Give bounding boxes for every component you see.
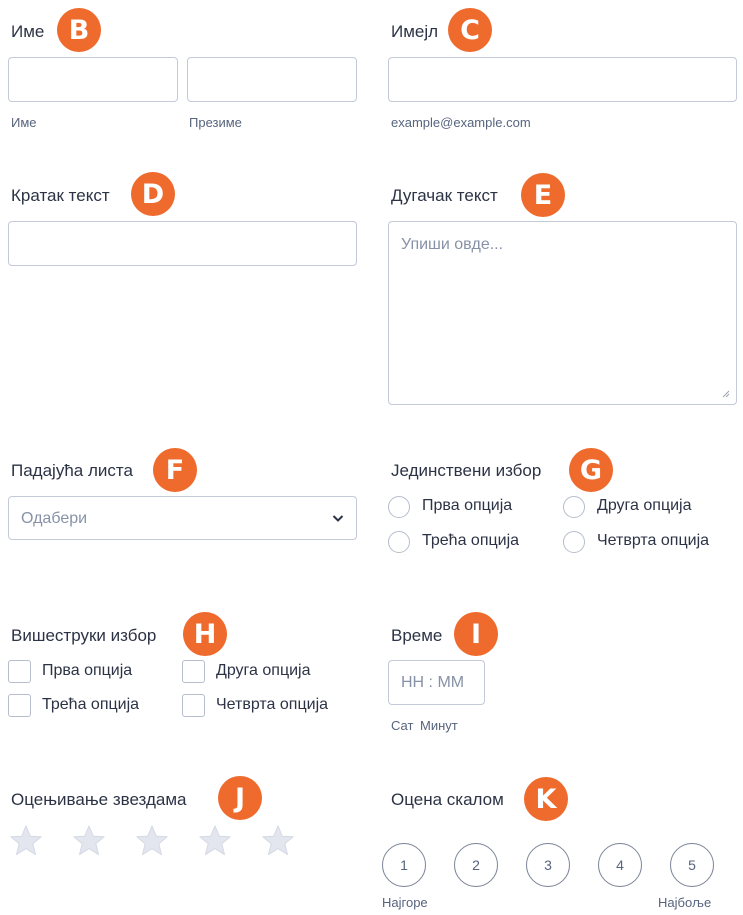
dropdown-selected-value: Одабери (21, 510, 88, 527)
single-choice-label: Јединствени избор (391, 461, 542, 480)
radio-option-1[interactable] (388, 496, 410, 518)
scale-option-4[interactable]: 4 (598, 843, 642, 887)
short-text-input[interactable] (8, 221, 357, 266)
badge-b: B (57, 8, 101, 52)
checkbox-option-3[interactable] (8, 694, 31, 717)
scale-high-label: Најбоље (658, 895, 712, 910)
email-input[interactable] (388, 57, 737, 102)
last-name-sublabel: Презиме (189, 115, 242, 130)
star-icon[interactable] (72, 824, 106, 858)
resize-handle-icon[interactable] (721, 389, 730, 398)
checkbox-option-2[interactable] (182, 660, 205, 683)
badge-i: I (454, 612, 498, 656)
time-minute-sublabel: Минут (420, 718, 458, 733)
radio-option-3-label: Трећа опција (422, 532, 520, 549)
scale-option-5[interactable]: 5 (670, 843, 714, 887)
long-text-placeholder: Упиши овде... (401, 236, 504, 253)
badge-k: K (524, 777, 568, 821)
dropdown-select[interactable]: Одабери (8, 496, 357, 540)
radio-option-3[interactable] (388, 531, 410, 553)
long-text-label: Дугачак текст (391, 186, 498, 205)
long-text-area[interactable]: Упиши овде... (388, 221, 737, 405)
badge-j: J (218, 776, 262, 820)
checkbox-option-1-label: Прва опција (42, 662, 133, 679)
star-icon[interactable] (198, 824, 232, 858)
checkbox-option-3-label: Трећа опција (42, 696, 140, 713)
checkbox-option-4[interactable] (182, 694, 205, 717)
star-icon[interactable] (9, 824, 43, 858)
checkbox-option-4-label: Четврта опција (216, 696, 329, 713)
badge-d: D (131, 172, 175, 216)
scale-rating-label: Оцена скалом (391, 790, 504, 809)
badge-f: F (153, 448, 197, 492)
first-name-sublabel: Име (11, 115, 37, 130)
star-rating-label: Оцењивање звездама (11, 790, 187, 809)
badge-g: G (569, 448, 613, 492)
time-placeholder: HH : MM (401, 674, 465, 691)
scale-option-2[interactable]: 2 (454, 843, 498, 887)
badge-c: C (448, 8, 492, 52)
name-label: Име (11, 22, 45, 41)
badge-e: E (521, 173, 565, 217)
first-name-input[interactable] (8, 57, 178, 102)
dropdown-label: Падајућа листа (11, 461, 133, 480)
multiple-choice-label: Вишеструки избор (11, 626, 157, 645)
scale-low-label: Најгоре (382, 895, 428, 910)
checkbox-option-1[interactable] (8, 660, 31, 683)
email-sublabel: example@example.com (391, 115, 531, 130)
radio-option-2-label: Друга опција (597, 497, 692, 514)
checkbox-option-2-label: Друга опција (216, 662, 311, 679)
short-text-label: Кратак текст (11, 186, 110, 205)
time-hour-sublabel: Сат (391, 718, 414, 733)
scale-option-3[interactable]: 3 (526, 843, 570, 887)
radio-option-2[interactable] (563, 496, 585, 518)
time-label: Време (391, 626, 443, 645)
radio-option-4[interactable] (563, 531, 585, 553)
radio-option-4-label: Четврта опција (597, 532, 710, 549)
last-name-input[interactable] (187, 57, 357, 102)
email-label: Имејл (391, 22, 439, 41)
badge-h: H (183, 612, 227, 656)
time-input[interactable]: HH : MM (388, 660, 485, 705)
chevron-down-icon (332, 515, 344, 522)
scale-option-1[interactable]: 1 (382, 843, 426, 887)
star-icon[interactable] (135, 824, 169, 858)
radio-option-1-label: Прва опција (422, 497, 513, 514)
star-icon[interactable] (261, 824, 295, 858)
